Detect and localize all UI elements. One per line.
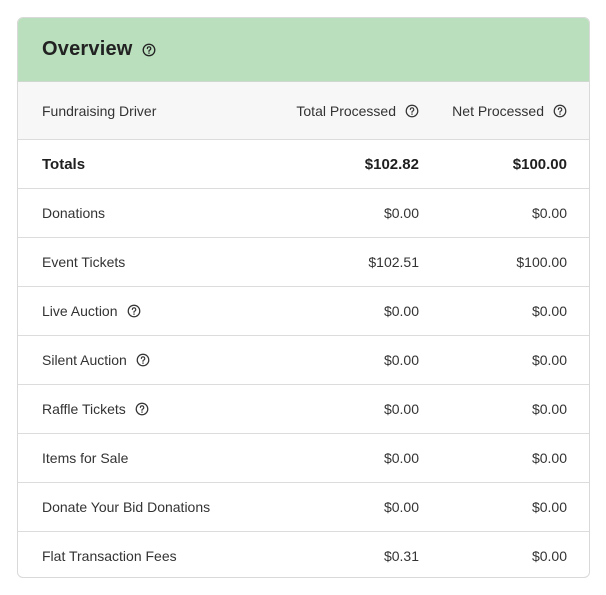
- row-total-cell: $0.00: [263, 450, 419, 466]
- live-auction-help-icon[interactable]: [127, 304, 141, 318]
- row-net-value: $0.00: [531, 352, 567, 368]
- table-row: Raffle Tickets $0.00 $0.00: [18, 384, 589, 433]
- row-total-value: $102.51: [368, 254, 419, 270]
- table-row: Items for Sale $0.00 $0.00: [18, 433, 589, 482]
- row-total-value: $0.00: [383, 499, 419, 515]
- column-header-total-label: Total Processed: [296, 102, 396, 119]
- column-header-row: Fundraising Driver Total Processed Net P…: [18, 82, 589, 139]
- row-total-cell: $0.00: [263, 499, 419, 515]
- row-label: Live Auction: [42, 303, 118, 319]
- row-total-cell: $0.00: [263, 352, 419, 368]
- row-total-value: $0.00: [383, 450, 419, 466]
- row-net-value: $0.00: [531, 205, 567, 221]
- row-net-value: $0.00: [531, 499, 567, 515]
- overview-title: Overview: [42, 38, 133, 60]
- row-net-cell: $0.00: [419, 401, 567, 417]
- row-net-value: $0.00: [531, 548, 567, 564]
- totals-net-cell: $100.00: [419, 156, 567, 173]
- row-net-value: $0.00: [531, 303, 567, 319]
- totals-row: Totals $102.82 $100.00: [18, 139, 589, 188]
- row-net-cell: $100.00: [419, 254, 567, 270]
- row-label: Donations: [42, 205, 106, 221]
- row-label: Flat Transaction Fees: [42, 548, 177, 564]
- column-header-net: Net Processed: [419, 103, 567, 119]
- row-net-cell: $0.00: [419, 205, 567, 221]
- row-total-value: $0.00: [383, 401, 419, 417]
- overview-card: Overview Fundraising Driver Total Proces…: [17, 17, 590, 578]
- totals-total-cell: $102.82: [263, 156, 419, 173]
- row-label-cell: Donations: [18, 205, 263, 221]
- column-header-driver: Fundraising Driver: [18, 103, 263, 119]
- table-row: Donations $0.00 $0.00: [18, 188, 589, 237]
- totals-total-value: $102.82: [364, 155, 419, 173]
- row-total-cell: $0.00: [263, 401, 419, 417]
- row-label: Donate Your Bid Donations: [42, 499, 211, 515]
- row-total-value: $0.31: [383, 548, 419, 564]
- row-label-cell: Live Auction: [18, 303, 263, 319]
- column-header-driver-label: Fundraising Driver: [42, 102, 157, 119]
- row-net-value: $0.00: [531, 401, 567, 417]
- totals-net-value: $100.00: [512, 155, 567, 173]
- table-row: Live Auction $0.00 $0.00: [18, 286, 589, 335]
- table-row: Silent Auction $0.00 $0.00: [18, 335, 589, 384]
- row-net-cell: $0.00: [419, 352, 567, 368]
- silent-auction-help-icon[interactable]: [136, 353, 150, 367]
- column-header-total: Total Processed: [263, 103, 419, 119]
- row-label-cell: Event Tickets: [18, 254, 263, 270]
- totals-label-cell: Totals: [18, 156, 263, 173]
- row-total-cell: $0.00: [263, 303, 419, 319]
- row-total-cell: $0.31: [263, 548, 419, 564]
- overview-help-icon[interactable]: [142, 43, 156, 57]
- row-total-cell: $0.00: [263, 205, 419, 221]
- total-processed-help-icon[interactable]: [405, 104, 419, 118]
- row-net-value: $100.00: [516, 254, 567, 270]
- row-total-value: $0.00: [383, 205, 419, 221]
- row-net-cell: $0.00: [419, 499, 567, 515]
- row-label: Raffle Tickets: [42, 401, 126, 417]
- row-total-cell: $102.51: [263, 254, 419, 270]
- overview-header: Overview: [18, 18, 589, 82]
- totals-label: Totals: [42, 155, 86, 173]
- row-total-value: $0.00: [383, 303, 419, 319]
- row-label: Silent Auction: [42, 352, 127, 368]
- raffle-tickets-help-icon[interactable]: [135, 402, 149, 416]
- row-label-cell: Silent Auction: [18, 352, 263, 368]
- row-label: Items for Sale: [42, 450, 129, 466]
- net-processed-help-icon[interactable]: [553, 104, 567, 118]
- row-label-cell: Donate Your Bid Donations: [18, 499, 263, 515]
- table-row: Event Tickets $102.51 $100.00: [18, 237, 589, 286]
- column-header-net-label: Net Processed: [452, 102, 544, 119]
- table-row: Flat Transaction Fees $0.31 $0.00: [18, 531, 589, 577]
- row-label: Event Tickets: [42, 254, 126, 270]
- row-net-cell: $0.00: [419, 303, 567, 319]
- row-net-cell: $0.00: [419, 450, 567, 466]
- row-label-cell: Raffle Tickets: [18, 401, 263, 417]
- row-label-cell: Flat Transaction Fees: [18, 548, 263, 564]
- row-label-cell: Items for Sale: [18, 450, 263, 466]
- row-total-value: $0.00: [383, 352, 419, 368]
- row-net-value: $0.00: [531, 450, 567, 466]
- row-net-cell: $0.00: [419, 548, 567, 564]
- table-row: Donate Your Bid Donations $0.00 $0.00: [18, 482, 589, 531]
